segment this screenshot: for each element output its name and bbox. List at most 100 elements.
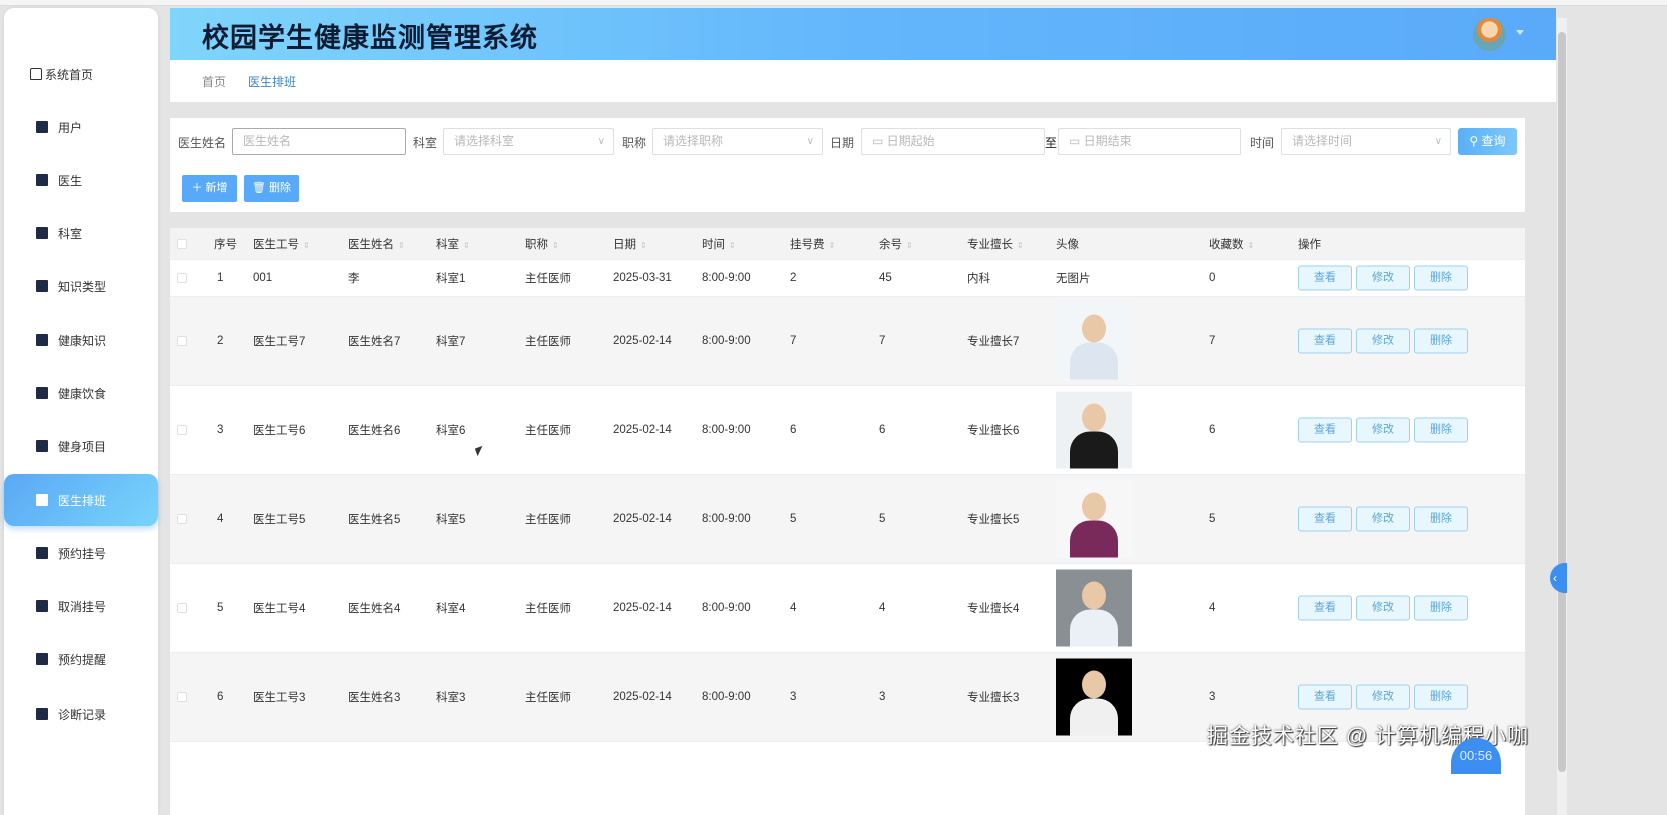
scrollbar-thumb[interactable] bbox=[1558, 32, 1566, 772]
column-header-label: 头像 bbox=[1056, 238, 1079, 251]
sidebar-item[interactable]: 系统首页 bbox=[4, 48, 158, 100]
column-header: 头像 bbox=[1056, 236, 1079, 252]
select-all-checkbox[interactable] bbox=[177, 238, 187, 249]
delete-button[interactable]: 🗑 删除 bbox=[244, 175, 299, 202]
sort-icon[interactable]: ⇕ bbox=[552, 241, 559, 250]
sidebar-item[interactable]: 健康知识 bbox=[4, 314, 158, 366]
row-checkbox[interactable] bbox=[177, 336, 187, 346]
sort-icon[interactable]: ⇕ bbox=[906, 241, 913, 250]
caret-down-icon[interactable] bbox=[1516, 30, 1524, 35]
edit-button[interactable]: 修改 bbox=[1356, 265, 1410, 291]
view-button[interactable]: 查看 bbox=[1298, 595, 1352, 621]
add-button[interactable]: ＋ 新增 bbox=[182, 175, 237, 202]
breadcrumb-current[interactable]: 医生排班 bbox=[248, 73, 296, 90]
delete-button[interactable]: 删除 bbox=[1414, 595, 1468, 621]
breadcrumb-home[interactable]: 首页 bbox=[202, 73, 226, 90]
sort-icon[interactable]: ⇕ bbox=[640, 241, 647, 250]
dept-select[interactable]: 请选择科室 ∨ bbox=[443, 128, 614, 155]
cell-fav: 3 bbox=[1209, 691, 1216, 703]
cell-fav: 4 bbox=[1209, 602, 1216, 614]
sort-icon[interactable]: ⇕ bbox=[398, 241, 405, 250]
sidebar-item[interactable]: 预约提醒 bbox=[4, 633, 158, 685]
sidebar-item[interactable]: 取消挂号 bbox=[4, 580, 158, 632]
view-button[interactable]: 查看 bbox=[1298, 328, 1352, 354]
delete-button[interactable]: 删除 bbox=[1414, 265, 1468, 291]
doctor-photo[interactable] bbox=[1056, 302, 1132, 380]
query-button[interactable]: ⚲ 查询 bbox=[1458, 128, 1517, 155]
sort-icon[interactable]: ⇕ bbox=[1248, 241, 1255, 250]
column-header[interactable]: 职称 ⇕ bbox=[525, 236, 559, 252]
sidebar-item[interactable]: 医生排班 bbox=[4, 474, 158, 526]
sidebar-item[interactable]: 健康饮食 bbox=[4, 367, 158, 419]
user-avatar[interactable] bbox=[1473, 18, 1506, 51]
sidebar-item[interactable]: 诊断记录 bbox=[4, 688, 158, 740]
edit-button[interactable]: 修改 bbox=[1356, 328, 1410, 354]
column-header-label: 挂号费 bbox=[790, 238, 825, 251]
date-end-input[interactable]: ▭ 日期结束 bbox=[1058, 128, 1241, 155]
sidebar-item-label: 知识类型 bbox=[58, 279, 107, 294]
photo-head bbox=[1082, 581, 1106, 610]
column-header[interactable]: 挂号费 ⇕ bbox=[790, 236, 835, 252]
books-icon bbox=[36, 653, 48, 665]
view-button[interactable]: 查看 bbox=[1298, 684, 1352, 710]
sidebar-item[interactable]: 用户 bbox=[4, 101, 158, 153]
date-start-input[interactable]: ▭ 日期起始 bbox=[861, 128, 1045, 155]
edit-button[interactable]: 修改 bbox=[1356, 595, 1410, 621]
apps-icon bbox=[36, 547, 48, 559]
column-header[interactable]: 收藏数 ⇕ bbox=[1209, 236, 1254, 252]
cell-id: 001 bbox=[253, 272, 273, 284]
edit-button[interactable]: 修改 bbox=[1356, 684, 1410, 710]
row-checkbox[interactable] bbox=[177, 514, 187, 524]
dept-placeholder: 请选择科室 bbox=[454, 134, 515, 148]
doctor-photo[interactable] bbox=[1056, 391, 1132, 469]
column-header[interactable]: 余号 ⇕ bbox=[879, 236, 913, 252]
doctor-name-input[interactable]: 医生姓名 bbox=[232, 128, 406, 155]
sort-icon[interactable]: ⇕ bbox=[1017, 241, 1024, 250]
cell-fav: 7 bbox=[1209, 335, 1216, 347]
row-checkbox[interactable] bbox=[177, 692, 187, 702]
cell-specialty: 专业擅长6 bbox=[967, 425, 1020, 437]
cell-date: 2025-03-31 bbox=[613, 272, 672, 284]
column-header[interactable]: 专业擅长 ⇕ bbox=[967, 236, 1024, 252]
sidebar-item[interactable]: 预约挂号 bbox=[4, 527, 158, 579]
collapse-tab-icon[interactable]: ‹ bbox=[1550, 563, 1567, 593]
cell-left: 6 bbox=[879, 424, 886, 436]
grid-icon bbox=[36, 174, 48, 186]
row-checkbox[interactable] bbox=[177, 603, 187, 613]
column-header[interactable]: 时间 ⇕ bbox=[702, 236, 736, 252]
delete-button[interactable]: 删除 bbox=[1414, 417, 1468, 443]
doctor-photo[interactable] bbox=[1056, 569, 1132, 647]
view-button[interactable]: 查看 bbox=[1298, 417, 1352, 443]
sort-icon[interactable]: ⇕ bbox=[829, 241, 836, 250]
sort-icon[interactable]: ⇕ bbox=[303, 241, 310, 250]
edit-button[interactable]: 修改 bbox=[1356, 506, 1410, 532]
sidebar-item[interactable]: 医生 bbox=[4, 154, 158, 206]
cell-date: 2025-02-14 bbox=[613, 691, 672, 703]
ticket-icon bbox=[36, 280, 48, 292]
row-checkbox[interactable] bbox=[177, 273, 187, 283]
sort-icon[interactable]: ⇕ bbox=[463, 241, 470, 250]
column-header-label: 序号 bbox=[214, 238, 237, 251]
column-header[interactable]: 医生工号 ⇕ bbox=[253, 236, 310, 252]
delete-button[interactable]: 删除 bbox=[1414, 328, 1468, 354]
column-header[interactable]: 科室 ⇕ bbox=[436, 236, 470, 252]
cell-left: 45 bbox=[879, 272, 892, 284]
sidebar-item[interactable]: 知识类型 bbox=[4, 260, 158, 312]
page-scrollbar[interactable] bbox=[1557, 18, 1567, 815]
edit-button[interactable]: 修改 bbox=[1356, 417, 1410, 443]
view-button[interactable]: 查看 bbox=[1298, 506, 1352, 532]
doctor-photo[interactable] bbox=[1056, 658, 1132, 736]
doctor-photo[interactable] bbox=[1056, 480, 1132, 558]
column-header[interactable]: 日期 ⇕ bbox=[613, 236, 647, 252]
row-checkbox[interactable] bbox=[177, 425, 187, 435]
sidebar-item[interactable]: 健身项目 bbox=[4, 420, 158, 472]
delete-button[interactable]: 删除 bbox=[1414, 684, 1468, 710]
view-button[interactable]: 查看 bbox=[1298, 265, 1352, 291]
time-select[interactable]: 请选择时间 ∨ bbox=[1281, 128, 1451, 155]
delete-button[interactable]: 删除 bbox=[1414, 506, 1468, 532]
title-select[interactable]: 请选择职称 ∨ bbox=[652, 128, 823, 155]
cell-time: 8:00-9:00 bbox=[702, 602, 751, 614]
column-header[interactable]: 医生姓名 ⇕ bbox=[348, 236, 405, 252]
sort-icon[interactable]: ⇕ bbox=[729, 241, 736, 250]
sidebar-item[interactable]: 科室 bbox=[4, 207, 158, 259]
